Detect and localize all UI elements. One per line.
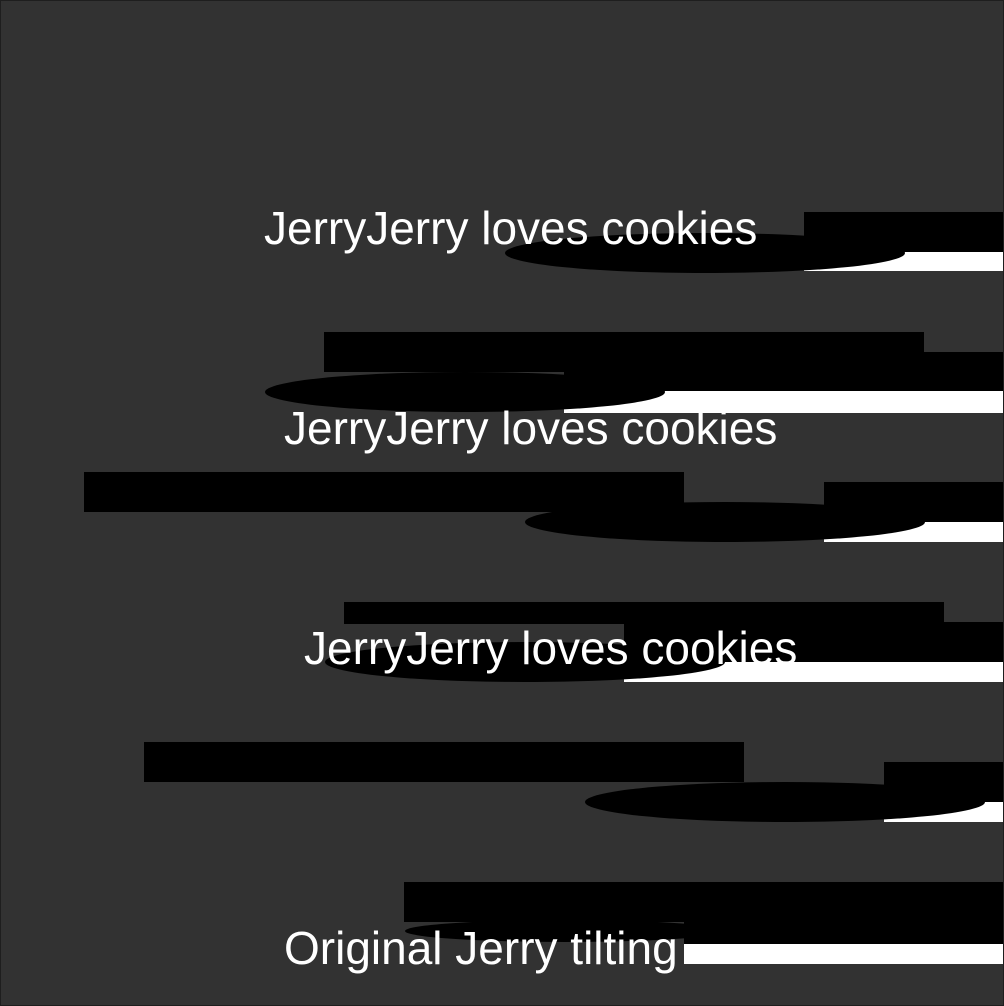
white-bar: [684, 942, 1003, 964]
black-ellipse: [585, 782, 985, 822]
caption-label: Original Jerry tilting: [284, 922, 678, 974]
black-bar: [144, 742, 744, 782]
black-bar: [684, 920, 1003, 944]
black-ellipse: [525, 502, 925, 542]
canvas: JerryJerry loves cookies JerryJerry love…: [0, 0, 1004, 1006]
black-bar: [404, 882, 1003, 922]
black-bar: [344, 602, 944, 624]
jerry-label-1: JerryJerry loves cookies: [264, 202, 758, 254]
jerry-label-3: JerryJerry loves cookies: [304, 622, 798, 674]
jerry-label-2: JerryJerry loves cookies: [284, 402, 778, 454]
